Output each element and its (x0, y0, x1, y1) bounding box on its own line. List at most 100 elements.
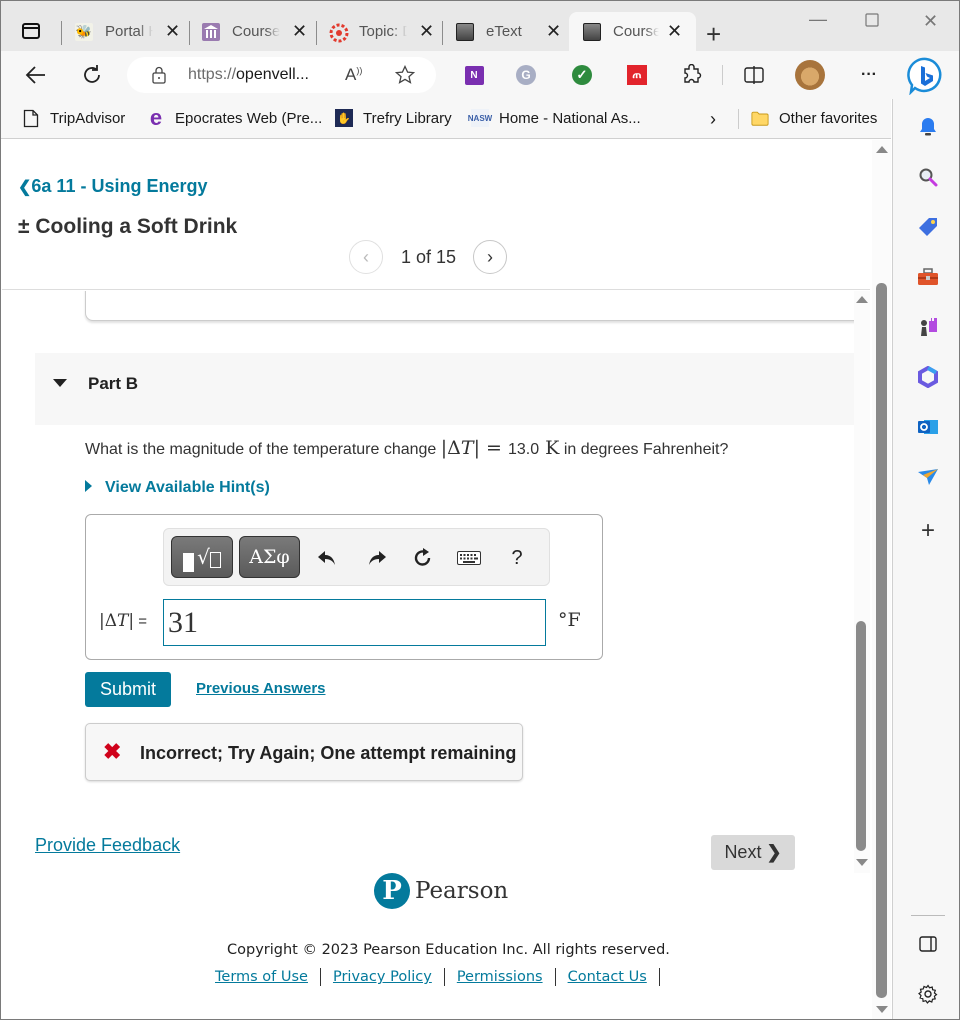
close-tab-icon[interactable]: ✕ (419, 21, 434, 42)
part-label: Part B (88, 374, 139, 393)
favorites-overflow-chevron-icon[interactable]: › (710, 109, 716, 130)
tab-course-home-active[interactable]: Course Hom ✕ (569, 12, 696, 51)
previous-item-button[interactable]: ‹ (349, 240, 383, 274)
scroll-up-arrow-icon[interactable] (876, 146, 888, 153)
tab-title: Course Hom (232, 23, 280, 40)
favorite-trefry-library[interactable]: ✋ Trefry Library (335, 109, 452, 127)
help-button[interactable]: ? (504, 545, 530, 571)
favorite-nasw[interactable]: NASW Home - National As... (468, 109, 641, 127)
close-tab-icon[interactable]: ✕ (165, 21, 180, 42)
folder-icon (751, 109, 769, 127)
inner-scrollbar-thumb[interactable] (856, 621, 866, 851)
link-separator (443, 968, 445, 986)
chevron-right-icon: › (487, 246, 494, 267)
avatar (795, 60, 825, 90)
scroll-up-arrow-icon[interactable] (856, 296, 868, 303)
page-indicator: 1 of 15 (401, 246, 457, 267)
templates-button[interactable]: √ (171, 536, 233, 578)
outlook-button[interactable] (917, 416, 939, 438)
tag-icon (919, 218, 937, 236)
outlook-icon (918, 420, 938, 434)
submit-button[interactable]: Submit (85, 672, 171, 707)
lock-icon[interactable] (151, 66, 167, 84)
provide-feedback-link[interactable]: Provide Feedback (35, 835, 180, 856)
feedback-text: Incorrect; Try Again; One attempt remain… (140, 743, 517, 763)
reset-button[interactable] (410, 545, 436, 571)
favorite-tripadvisor[interactable]: TripAdvisor (22, 109, 125, 127)
favorite-star-icon[interactable] (395, 65, 415, 85)
tab-actions-button[interactable] (21, 21, 41, 41)
more-button[interactable]: ··· (857, 63, 881, 87)
permissions-link[interactable]: Permissions (457, 969, 543, 985)
sidebar-settings-button[interactable] (917, 983, 939, 1005)
bing-chat-button[interactable] (907, 57, 945, 96)
search-icon (919, 168, 938, 187)
keyboard-button[interactable] (456, 545, 482, 571)
redo-button[interactable] (364, 545, 390, 571)
split-screen-button[interactable] (742, 63, 766, 87)
shopping-button[interactable] (917, 216, 939, 238)
scroll-down-arrow-icon[interactable] (876, 1006, 888, 1013)
collapse-triangle-icon (53, 379, 67, 387)
split-screen-icon (744, 66, 764, 84)
mendeley-extension[interactable]: ጠ (625, 63, 649, 87)
games-button[interactable] (917, 316, 939, 338)
extensions-button[interactable] (680, 63, 704, 87)
page-scrollbar-thumb[interactable] (876, 283, 887, 998)
minimize-button[interactable]: — (809, 9, 827, 30)
close-tab-icon[interactable]: ✕ (292, 21, 307, 42)
favorite-epocrates[interactable]: e Epocrates Web (Pre... (147, 105, 322, 130)
inner-scrollbar[interactable] (854, 291, 870, 873)
grammarly-extension[interactable]: G (514, 63, 538, 87)
question-scroll-area: Part B What is the magnitude of the temp… (2, 291, 854, 871)
onenote-extension[interactable]: N (462, 63, 486, 87)
read-aloud-icon[interactable]: A)) (345, 65, 362, 85)
checkmark-icon: ✓ (572, 65, 592, 85)
profile-button[interactable] (795, 60, 825, 90)
favbar-divider (738, 109, 739, 129)
add-sidebar-item-icon[interactable]: + (917, 517, 939, 544)
notifications-button[interactable] (917, 116, 939, 138)
plus-minus-icon: ± (18, 215, 30, 238)
previous-answers-link[interactable]: Previous Answers (196, 680, 326, 697)
tab-topic[interactable]: Topic: Disc ✕ (329, 12, 441, 51)
next-button[interactable]: Next ❯ (711, 835, 795, 870)
close-window-button[interactable]: ✕ (923, 11, 938, 32)
terms-of-use-link[interactable]: Terms of Use (215, 969, 308, 985)
part-b-header[interactable]: Part B (35, 353, 854, 425)
maximize-button[interactable] (865, 11, 879, 32)
pearson-logo: P Pearson (374, 873, 508, 909)
part-a-card (85, 291, 854, 321)
refresh-button[interactable] (80, 63, 104, 87)
view-hints-link[interactable]: View Available Hint(s) (85, 479, 270, 497)
new-tab-button[interactable]: + (706, 19, 721, 50)
next-item-button[interactable]: › (473, 240, 508, 274)
scroll-down-arrow-icon[interactable] (856, 859, 868, 866)
tab-portal[interactable]: 🐝 Portal Hom ✕ (75, 12, 187, 51)
bell-icon (920, 118, 936, 136)
address-bar[interactable]: https://openvell... A)) (127, 57, 436, 93)
book-icon (583, 22, 601, 41)
close-tab-icon[interactable]: ✕ (667, 21, 682, 42)
close-tab-icon[interactable]: ✕ (546, 21, 561, 42)
other-favorites[interactable]: Other favorites (751, 109, 877, 127)
undo-button[interactable] (314, 545, 340, 571)
tab-etext[interactable]: eText ✕ (456, 12, 566, 51)
contact-us-link[interactable]: Contact Us (568, 969, 647, 985)
pearson-wordmark: Pearson (415, 878, 509, 904)
tab-course-home[interactable]: Course Hom ✕ (202, 12, 314, 51)
search-sidebar-button[interactable] (917, 166, 939, 188)
microsoft-365-button[interactable] (917, 366, 939, 388)
answer-input[interactable] (163, 599, 546, 646)
symbols-button[interactable]: ΑΣφ (239, 536, 300, 578)
check-extension[interactable]: ✓ (570, 63, 594, 87)
send-button[interactable] (917, 466, 939, 488)
url-text[interactable]: https://openvell... (188, 66, 309, 84)
back-to-assignment-link[interactable]: ❮6a 11 - Using Energy (18, 176, 207, 197)
incorrect-x-icon: ✖ (103, 739, 122, 764)
back-button[interactable] (24, 63, 48, 87)
privacy-policy-link[interactable]: Privacy Policy (333, 969, 432, 985)
page-scrollbar[interactable] (872, 140, 891, 1019)
hide-sidebar-button[interactable] (917, 933, 939, 955)
tools-button[interactable] (917, 266, 939, 288)
